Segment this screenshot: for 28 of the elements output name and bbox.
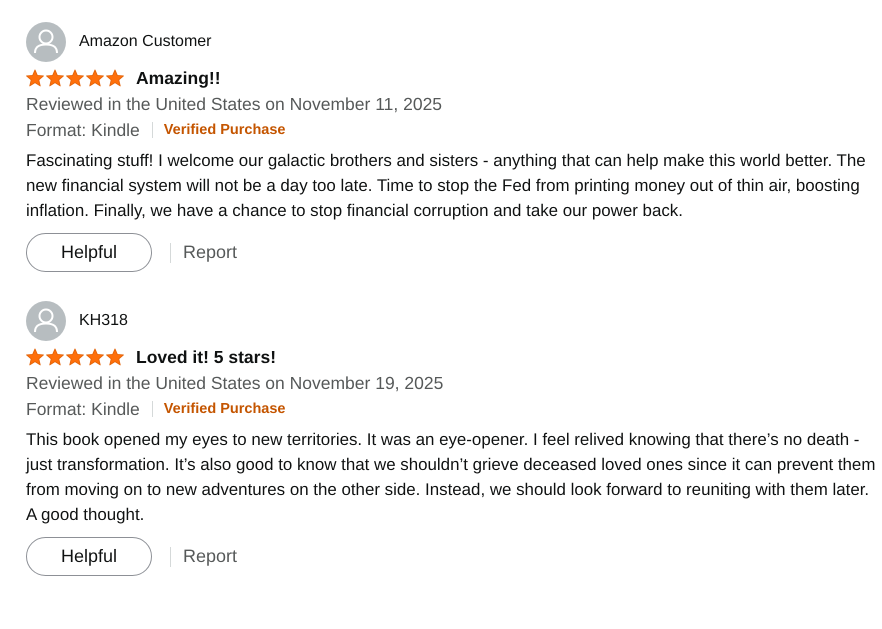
star-icon bbox=[66, 348, 84, 366]
review-title: Loved it! 5 stars! bbox=[136, 346, 276, 368]
star-icon bbox=[26, 348, 44, 366]
reviewer-name: KH318 bbox=[79, 312, 128, 330]
review-date: Reviewed in the United States on November 19, 2025 bbox=[26, 373, 444, 393]
helpful-button[interactable]: Helpful bbox=[26, 537, 152, 576]
verified-purchase-label: Verified Purchase bbox=[164, 400, 286, 419]
verified-purchase-label: Verified Purchase bbox=[164, 121, 286, 140]
helpful-button[interactable]: Helpful bbox=[26, 233, 152, 272]
report-link[interactable]: Report bbox=[183, 546, 238, 567]
review-date: Reviewed in the United States on November 11, 2025 bbox=[26, 94, 444, 114]
star-icon bbox=[106, 69, 124, 87]
star-icon bbox=[46, 348, 64, 366]
reviewer-name: Amazon Customer bbox=[79, 33, 212, 51]
star-icon bbox=[66, 69, 84, 87]
star-icon bbox=[86, 69, 104, 87]
avatar-icon bbox=[26, 301, 66, 341]
star-icon bbox=[46, 69, 64, 87]
format-label: Format: Kindle bbox=[26, 120, 140, 140]
star-icon bbox=[86, 348, 104, 366]
review-text: This book opened my eyes to new territories. It was an eye-opener. I feel relived knowing that there’s no death - just transformation. It’s also good to know that we shouldn’t grieve deceased loved ones since it can prevent them from moving on to new adventures on the other side. Instead, we should look forward to reuniting with them later. A good thought. bbox=[26, 429, 876, 526]
review-text: Fascinating stuff! I welcome our galactic brothers and sisters - anything that can help make this world better. The new financial system will not be a day too late. Time to stop the Fed from printing money out of thin air, boosting inflation. Finally, we have a chance to stop financial corruption and take our power back. bbox=[26, 150, 867, 222]
star-icon bbox=[26, 69, 44, 87]
review-title: Amazing!! bbox=[136, 68, 221, 88]
report-link[interactable]: Report bbox=[183, 242, 238, 263]
format-label: Format: Kindle bbox=[26, 399, 140, 419]
star-icon bbox=[106, 348, 124, 366]
avatar-icon bbox=[26, 22, 66, 62]
